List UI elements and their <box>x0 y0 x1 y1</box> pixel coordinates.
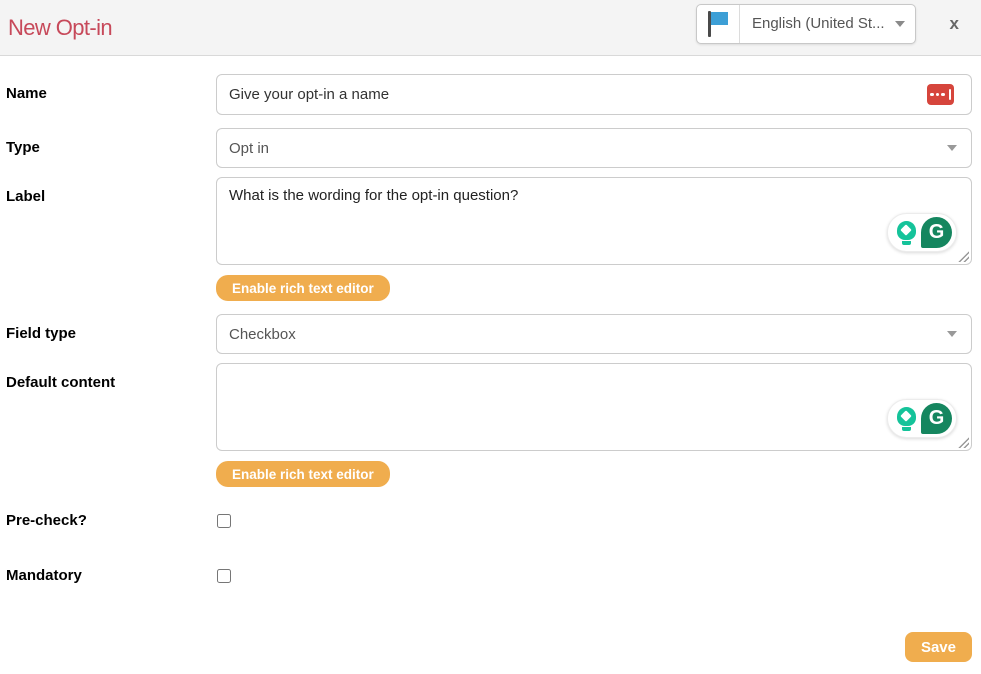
name-row: Name <box>6 74 972 115</box>
field-type-label: Field type <box>6 314 216 342</box>
grammarly-icon: G <box>921 217 952 248</box>
resize-handle-icon[interactable] <box>958 251 969 262</box>
label-label: Label <box>6 177 216 205</box>
label-textarea[interactable]: What is the wording for the opt-in quest… <box>216 177 972 265</box>
pre-check-checkbox[interactable] <box>217 514 231 528</box>
label-row: Label What is the wording for the opt-in… <box>6 177 972 301</box>
mandatory-label: Mandatory <box>6 556 216 584</box>
default-content-textarea[interactable] <box>216 363 972 451</box>
modal-header: New Opt-in English (United St... x <box>0 0 981 56</box>
type-select[interactable]: Opt in <box>216 128 972 168</box>
field-type-row: Field type Checkbox <box>6 314 972 354</box>
grammarly-widget[interactable]: G <box>887 213 957 252</box>
name-label: Name <box>6 74 216 102</box>
field-type-select-value: Checkbox <box>229 326 296 343</box>
mandatory-row: Mandatory <box>6 556 972 588</box>
field-type-select[interactable]: Checkbox <box>216 314 972 354</box>
chevron-down-icon <box>947 145 957 151</box>
save-button[interactable]: Save <box>905 632 972 662</box>
page-title: New Opt-in <box>8 15 112 41</box>
lightbulb-icon <box>894 218 918 248</box>
flag-icon <box>697 5 740 43</box>
new-opt-in-modal: New Opt-in English (United St... x Name <box>0 0 981 588</box>
language-selector-value: English (United St... <box>740 15 895 32</box>
type-label: Type <box>6 128 216 156</box>
default-content-row: Default content G Enable rich text edito… <box>6 363 972 487</box>
name-input[interactable] <box>216 74 972 115</box>
default-content-label: Default content <box>6 363 216 391</box>
lastpass-icon[interactable] <box>927 84 954 105</box>
pre-check-row: Pre-check? <box>6 501 972 533</box>
modal-footer: Save <box>905 632 972 662</box>
type-select-value: Opt in <box>229 140 269 157</box>
enable-rich-text-button[interactable]: Enable rich text editor <box>216 275 390 301</box>
language-selector[interactable]: English (United St... <box>696 4 916 44</box>
header-actions: English (United St... x <box>696 4 971 44</box>
enable-rich-text-button[interactable]: Enable rich text editor <box>216 461 390 487</box>
chevron-down-icon <box>895 21 905 27</box>
chevron-down-icon <box>947 331 957 337</box>
opt-in-form: Name Type Opt in L <box>0 56 981 588</box>
pre-check-label: Pre-check? <box>6 501 216 529</box>
type-row: Type Opt in <box>6 128 972 168</box>
grammarly-icon: G <box>921 403 952 434</box>
close-button[interactable]: x <box>946 10 963 38</box>
mandatory-checkbox[interactable] <box>217 569 231 583</box>
grammarly-widget[interactable]: G <box>887 399 957 438</box>
resize-handle-icon[interactable] <box>958 437 969 448</box>
lightbulb-icon <box>894 404 918 434</box>
